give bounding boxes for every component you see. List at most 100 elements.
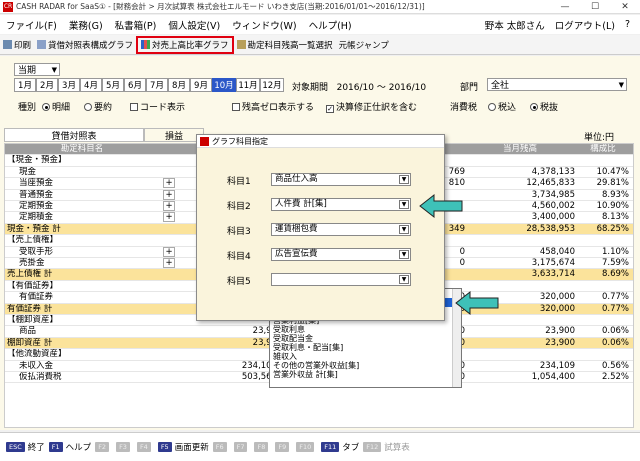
ledger-jump-button[interactable]: 元帳ジャンプ: [336, 37, 392, 53]
function-key-f4[interactable]: F4: [136, 442, 154, 452]
chevron-down-icon[interactable]: ▼: [399, 200, 409, 209]
function-key-f5[interactable]: F5 画面更新: [157, 441, 209, 453]
period-select[interactable]: 当期 ▼: [14, 63, 60, 76]
dropdown-option[interactable]: その他の営業外収益[集]: [270, 361, 461, 370]
dropdown-option[interactable]: 受取利息: [270, 325, 461, 334]
chevron-down-icon[interactable]: ▼: [399, 275, 409, 284]
toolbar: 印刷 貸借対照表構成グラフ 対売上高比率グラフ 勘定科目残高一覧選択 元帳ジャン…: [0, 35, 640, 55]
bar-chart-icon: [141, 40, 151, 49]
expand-icon[interactable]: +: [163, 212, 175, 223]
month-button[interactable]: 5月: [102, 78, 124, 92]
cell-value: [465, 349, 575, 360]
account-select-3[interactable]: 運賃梱包費 ▼: [271, 223, 411, 236]
function-key-f1[interactable]: F1 ヘルプ: [48, 441, 91, 453]
menu-mailbox[interactable]: 私書箱(P): [109, 18, 163, 32]
function-key-f2[interactable]: F2: [95, 442, 112, 452]
account-name: 棚卸資産 計: [7, 337, 53, 348]
expand-icon[interactable]: +: [163, 178, 175, 189]
menu-file[interactable]: ファイル(F): [0, 18, 63, 32]
dropdown-option[interactable]: 受取利息・配当[集]: [270, 343, 461, 352]
dropdown-option[interactable]: 営業外収益 計[集]: [270, 370, 461, 379]
month-button[interactable]: 2月: [36, 78, 58, 92]
tab-balance-sheet[interactable]: 貸借対照表: [4, 128, 144, 142]
function-key-f11[interactable]: F11 タブ: [321, 441, 359, 453]
cell-value: 23,90: [252, 326, 277, 337]
menu-help[interactable]: ヘルプ(H): [303, 18, 358, 32]
radio-off-icon: [488, 103, 496, 111]
closing-adjust-checkbox[interactable]: ✓ 決算修正仕訳を含む: [326, 100, 417, 113]
dept-select[interactable]: 全社 ▼: [487, 78, 627, 91]
account-select-value: 商品仕入高: [275, 174, 318, 184]
kind-detail-radio[interactable]: 明細: [42, 100, 70, 113]
account-list-button[interactable]: 勘定科目残高一覧選択: [234, 37, 336, 53]
month-button[interactable]: 1月: [14, 78, 36, 92]
month-button[interactable]: 7月: [146, 78, 168, 92]
checkmark-icon: ✓: [326, 105, 334, 113]
maximize-button[interactable]: ☐: [580, 2, 610, 12]
kind-summary-radio[interactable]: 要約: [84, 100, 112, 113]
cell-value: 1,054,400: [531, 372, 575, 382]
expand-icon[interactable]: +: [163, 189, 175, 200]
account-select-1[interactable]: 商品仕入高 ▼: [271, 173, 411, 186]
account-name: 有価証券: [19, 292, 54, 303]
radio-on-icon: [530, 103, 538, 111]
code-display-checkbox[interactable]: コード表示: [130, 100, 185, 113]
dropdown-option[interactable]: 受取配当金: [270, 334, 461, 343]
month-button[interactable]: 10月: [212, 78, 236, 92]
month-button[interactable]: 11月: [236, 78, 260, 92]
dropdown-option[interactable]: 雑収入: [270, 352, 461, 361]
month-button[interactable]: 6月: [124, 78, 146, 92]
month-button[interactable]: 9月: [190, 78, 212, 92]
expand-icon[interactable]: +: [163, 246, 175, 257]
month-button[interactable]: 4月: [80, 78, 102, 92]
key-cap: F8: [254, 442, 269, 452]
unit-label: 単位:円: [584, 133, 615, 143]
function-key-bar: ESC 終了 F1 ヘルプ F2 F3 F4 F5 画面更新 F6 F7 F8 F9 F10 F11 タブ F1…: [0, 432, 640, 461]
function-key-f6[interactable]: F6: [212, 442, 230, 452]
logout-button[interactable]: ログアウト(L): [555, 18, 615, 32]
account-select-5[interactable]: ▼: [271, 273, 411, 286]
menu-window[interactable]: ウィンドウ(W): [226, 18, 302, 32]
month-button[interactable]: 8月: [168, 78, 190, 92]
account-name: 現金: [19, 166, 37, 177]
dept-label: 部門: [460, 83, 479, 93]
cell-value: [577, 155, 629, 166]
cell-value: [577, 281, 629, 292]
expand-icon[interactable]: +: [163, 258, 175, 268]
menu-business[interactable]: 業務(G): [63, 18, 109, 32]
function-key-f8[interactable]: F8: [254, 442, 271, 452]
function-key-f7[interactable]: F7: [233, 442, 251, 452]
function-key-f10[interactable]: F10: [296, 442, 317, 452]
tax-inclusive-radio[interactable]: 税込: [488, 100, 516, 113]
month-button[interactable]: 3月: [58, 78, 80, 92]
chevron-down-icon: ▼: [618, 81, 624, 89]
tax-exclusive-radio[interactable]: 税抜: [530, 100, 558, 113]
function-key-esc[interactable]: ESC 終了: [6, 441, 45, 453]
account-select-2[interactable]: 人件費 計[集] ▼: [271, 198, 411, 211]
minimize-button[interactable]: —: [550, 2, 580, 12]
zero-balance-checkbox[interactable]: 残高ゼロ表示する: [232, 100, 314, 113]
balance-chart-button[interactable]: 貸借対照表構成グラフ: [34, 37, 136, 53]
chevron-down-icon[interactable]: ▼: [399, 175, 409, 184]
chevron-down-icon[interactable]: ▼: [399, 250, 409, 259]
sales-ratio-chart-button[interactable]: 対売上高比率グラフ: [136, 35, 234, 54]
account-name: 仮払消費税: [19, 372, 62, 382]
month-button[interactable]: 12月: [260, 78, 284, 92]
menu-personal-settings[interactable]: 個人設定(V): [162, 18, 226, 32]
account-name: 【他流動資産】: [7, 349, 67, 360]
function-key-f9[interactable]: F9: [275, 442, 292, 452]
print-button[interactable]: 印刷: [0, 37, 34, 53]
function-key-f3[interactable]: F3: [116, 442, 133, 452]
tab-profit-loss[interactable]: 損益: [144, 128, 204, 142]
account-name: 普通預金: [19, 189, 54, 200]
help-button[interactable]: ?: [625, 19, 630, 30]
cell-value: 10.47%: [596, 166, 629, 177]
account-name: 【現金・預金】: [7, 155, 67, 166]
function-key-f12[interactable]: F12 試算表: [363, 441, 410, 453]
account-name: 商品: [19, 326, 37, 337]
expand-icon[interactable]: +: [163, 201, 175, 211]
cell-value: 8.13%: [601, 212, 629, 223]
close-button[interactable]: ✕: [610, 2, 640, 12]
chevron-down-icon[interactable]: ▼: [399, 225, 409, 234]
account-select-4[interactable]: 広告宣伝費 ▼: [271, 248, 411, 261]
